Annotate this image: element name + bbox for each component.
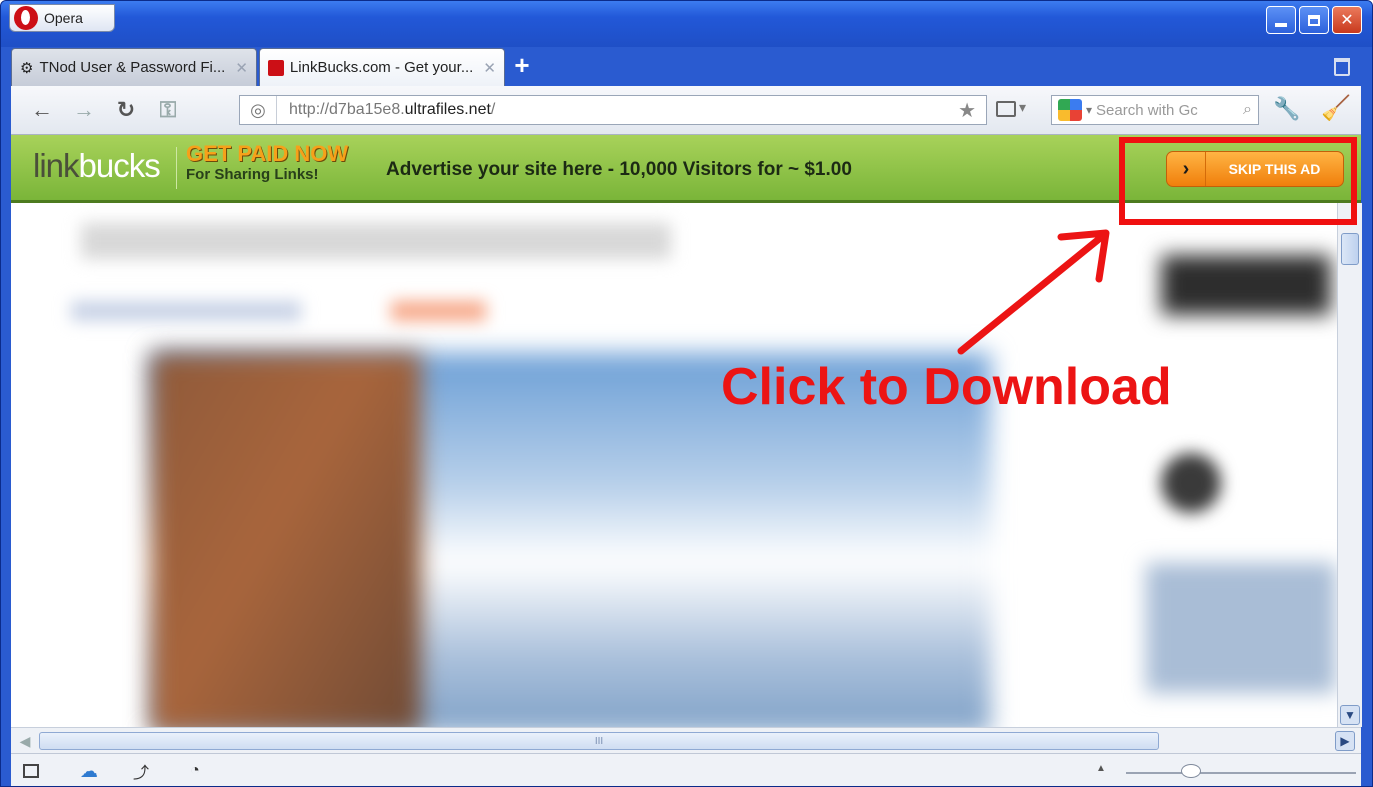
tnod-favicon-icon: ⚙ <box>20 59 34 77</box>
window-controls: ✕ <box>1266 6 1362 34</box>
back-arrow-icon: ← <box>31 97 53 122</box>
key-button[interactable]: ⚿ <box>147 95 189 125</box>
address-suffix: / <box>490 101 496 118</box>
key-icon: ⚿ <box>159 97 177 122</box>
promo-text[interactable]: GET PAID NOW For Sharing Links! <box>186 141 349 183</box>
address-text[interactable]: http://d7ba15e8.ultrafiles.net/ <box>277 101 495 119</box>
search-engine-dropdown-icon[interactable]: ▾ <box>1086 103 1092 117</box>
trash-icon[interactable] <box>1334 58 1350 76</box>
plus-icon: + <box>514 49 530 80</box>
broom-icon[interactable]: 🧹 <box>1321 94 1351 123</box>
google-icon[interactable] <box>1058 99 1082 121</box>
tab-title: TNod User & Password Fi... <box>39 59 226 76</box>
tab-strip: ⚙ TNod User & Password Fi... ✕ LinkBucks… <box>11 48 537 86</box>
scroll-left-icon[interactable]: ◀ <box>15 731 35 751</box>
scroll-thumb[interactable]: III <box>39 732 1159 750</box>
blurred-meta <box>391 301 486 321</box>
tab-close-icon[interactable]: ✕ <box>483 59 496 77</box>
blurred-sidebar <box>1161 453 1221 513</box>
magnifier-icon[interactable]: ⌕ <box>1243 101 1252 119</box>
blurred-sidebar <box>1161 255 1331 315</box>
globe-icon[interactable]: ◎ <box>240 96 277 124</box>
zoom-slider-knob[interactable] <box>1181 764 1201 778</box>
reload-icon: ↻ <box>116 97 136 122</box>
scroll-grip: III <box>594 735 604 747</box>
back-button[interactable]: ← <box>21 95 63 125</box>
highlight-box <box>1119 137 1357 225</box>
page-content <box>11 203 1337 727</box>
vertical-scrollbar[interactable]: ▼ <box>1337 203 1362 727</box>
opera-menu-label: Opera <box>44 10 83 26</box>
maximize-button[interactable] <box>1299 6 1329 34</box>
search-placeholder[interactable]: Search with Gc <box>1096 102 1243 119</box>
click-to-download-annotation: Click to Download <box>721 358 1172 416</box>
promo-line-1: GET PAID NOW <box>186 141 349 166</box>
blurred-sidebar <box>1146 563 1336 693</box>
title-bar: Opera ✕ <box>1 1 1372 47</box>
scroll-right-icon[interactable]: ▶ <box>1335 731 1355 751</box>
opera-menu-button[interactable]: Opera <box>9 4 115 32</box>
opera-logo-icon <box>14 6 38 30</box>
forward-button[interactable]: → <box>63 95 105 125</box>
wrench-icon[interactable]: 🔧 <box>1273 96 1300 122</box>
maximize-icon <box>1308 14 1320 26</box>
red-arrow-icon <box>957 229 1110 355</box>
horizontal-scrollbar[interactable]: ◀ III ▶ <box>11 727 1361 754</box>
tab-tnod[interactable]: ⚙ TNod User & Password Fi... ✕ <box>11 48 257 86</box>
blurred-photo-detail <box>151 353 421 727</box>
linkbucks-logo[interactable]: linkbucks <box>33 147 161 185</box>
minimize-icon <box>1275 23 1287 27</box>
speedometer-icon[interactable]: ◔ <box>185 762 205 780</box>
address-prefix: http://d7ba15e8. <box>289 101 405 118</box>
tab-linkbucks[interactable]: LinkBucks.com - Get your... ✕ <box>258 48 505 86</box>
bookmark-star-icon[interactable]: ★ <box>958 98 976 123</box>
close-button[interactable]: ✕ <box>1332 6 1362 34</box>
new-tab-button[interactable]: + <box>507 50 537 80</box>
close-icon: ✕ <box>1340 12 1354 29</box>
advertise-link[interactable]: Advertise your site here - 10,000 Visito… <box>386 159 852 181</box>
cloud-icon[interactable]: ☁ <box>79 761 99 781</box>
search-field[interactable]: ▾ Search with Gc ⌕ <box>1051 95 1259 125</box>
scroll-thumb[interactable] <box>1341 233 1359 265</box>
panel-toggle-icon[interactable] <box>23 764 39 778</box>
zoom-slider[interactable] <box>1126 772 1356 774</box>
minimize-button[interactable] <box>1266 6 1296 34</box>
reload-button[interactable]: ↻ <box>105 95 147 125</box>
scroll-down-icon[interactable]: ▼ <box>1340 705 1360 725</box>
promo-line-2: For Sharing Links! <box>186 166 319 183</box>
blurred-heading <box>81 223 671 259</box>
navigation-toolbar: ← → ↻ ⚿ ◎ http://d7ba15e8.ultrafiles.net… <box>11 86 1361 135</box>
zoom-up-icon[interactable]: ▲ <box>1096 763 1106 774</box>
logo-link-text: link <box>33 147 80 184</box>
tab-title: LinkBucks.com - Get your... <box>289 59 474 76</box>
blurred-meta <box>71 301 301 321</box>
opera-window: Opera ✕ ⚙ TNod User & Password Fi... ✕ L… <box>0 0 1373 787</box>
status-bar: ☁ ⤴ ◔ ▲ <box>11 753 1361 786</box>
logo-bucks-text: bucks <box>78 147 161 184</box>
address-bar[interactable]: ◎ http://d7ba15e8.ultrafiles.net/ ★ <box>239 95 987 125</box>
chevron-down-icon[interactable]: ▾ <box>1019 99 1026 116</box>
forward-arrow-icon: → <box>73 97 95 122</box>
image-icon[interactable] <box>996 101 1016 117</box>
share-icon[interactable]: ⤴ <box>131 762 151 782</box>
divider <box>176 147 177 189</box>
opera-favicon-icon <box>267 59 284 76</box>
address-domain: ultrafiles.net <box>404 101 491 118</box>
tab-close-icon[interactable]: ✕ <box>235 59 248 77</box>
